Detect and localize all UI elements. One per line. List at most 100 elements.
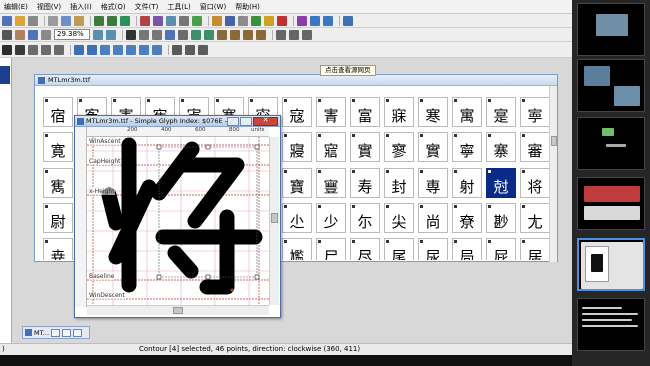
glyph-cell[interactable]: 寔: [486, 97, 516, 127]
glyph-cell-selected[interactable]: 尅: [486, 168, 516, 198]
snap-icon[interactable]: [100, 44, 110, 55]
rotate-icon[interactable]: [230, 29, 240, 40]
glyph-cell[interactable]: 宿: [43, 97, 73, 127]
glyph-cell[interactable]: 尖: [384, 203, 414, 233]
zoom-out-icon[interactable]: [106, 29, 116, 40]
glyph-cell[interactable]: 寢: [282, 132, 312, 162]
check-icon[interactable]: [251, 15, 261, 26]
glyph-cell[interactable]: 寿: [350, 168, 380, 198]
font-icon[interactable]: [140, 15, 150, 26]
glyph-cell[interactable]: 尸: [316, 238, 346, 260]
points-icon[interactable]: [126, 44, 136, 55]
glyph-icon[interactable]: [153, 15, 163, 26]
glyph-cell[interactable]: 尚: [418, 203, 448, 233]
outline-view-icon[interactable]: [198, 44, 208, 55]
scale-icon[interactable]: [256, 29, 266, 40]
glyph-cell[interactable]: 實: [418, 132, 448, 162]
glyph-cell[interactable]: 居: [520, 238, 550, 260]
contour-icon[interactable]: [204, 29, 214, 40]
grid-icon[interactable]: [74, 44, 84, 55]
hints-view-icon[interactable]: [172, 44, 182, 55]
bitmap-icon[interactable]: [185, 44, 195, 55]
align-left-icon[interactable]: [276, 29, 286, 40]
select-icon[interactable]: [2, 44, 12, 55]
slide-thumbnail[interactable]: [577, 3, 645, 56]
help-icon[interactable]: [343, 15, 353, 26]
menu-item[interactable]: 工具(L): [167, 2, 190, 12]
skew-icon[interactable]: [243, 29, 253, 40]
glyph-cell[interactable]: 射: [452, 168, 482, 198]
menu-item[interactable]: 插入(I): [70, 2, 92, 12]
flip-icon[interactable]: [217, 29, 227, 40]
glyph-cell[interactable]: 尿: [418, 238, 448, 260]
maximize-button[interactable]: [62, 328, 72, 337]
copy-icon[interactable]: [61, 15, 71, 26]
measure-icon[interactable]: [54, 44, 64, 55]
knife-icon[interactable]: [41, 44, 51, 55]
pen-icon[interactable]: [126, 29, 136, 40]
glyph-cell[interactable]: 寈: [316, 97, 346, 127]
menu-item[interactable]: 编辑(E): [4, 2, 28, 12]
test-icon[interactable]: [238, 15, 248, 26]
table-icon[interactable]: [179, 15, 189, 26]
glyph-cell[interactable]: 尢: [520, 203, 550, 233]
menu-item[interactable]: 帮助(H): [235, 2, 260, 12]
font-window-scrollbar[interactable]: [549, 86, 557, 262]
menu-item[interactable]: 窗口(W): [200, 2, 226, 12]
validate-icon[interactable]: [192, 15, 202, 26]
restore-button[interactable]: [51, 328, 61, 337]
glyph-cell[interactable]: 實: [350, 132, 380, 162]
glyph-cell[interactable]: 尐: [282, 203, 312, 233]
node-icon[interactable]: [191, 29, 201, 40]
refresh-icon[interactable]: [120, 15, 130, 26]
maximize-button[interactable]: [240, 117, 252, 126]
color-icon[interactable]: [297, 15, 307, 26]
font-window-titlebar[interactable]: MTLmr3m.ttf: [35, 75, 557, 86]
glyph-cell[interactable]: 尓: [350, 203, 380, 233]
zoom-input[interactable]: 29.38%: [54, 29, 90, 40]
hand-icon[interactable]: [15, 29, 25, 40]
glyph-cell[interactable]: 寷: [316, 168, 346, 198]
scrollbar-thumb[interactable]: [551, 136, 557, 146]
print-icon[interactable]: [28, 15, 38, 26]
ruler-icon[interactable]: [41, 29, 51, 40]
glyph-cell[interactable]: 尽: [350, 238, 380, 260]
glyph-cell[interactable]: 寐: [384, 97, 414, 127]
glyph-canvas[interactable]: WinAscent CapHeight x-Height Baseline Wi…: [87, 137, 269, 305]
glyph-cell[interactable]: 尠: [486, 203, 516, 233]
path-icon[interactable]: [15, 44, 25, 55]
metrics-icon[interactable]: [166, 15, 176, 26]
layer-alt-icon[interactable]: [323, 15, 333, 26]
menu-item[interactable]: 视图(V): [37, 2, 61, 12]
slide-thumbnail[interactable]: [577, 177, 645, 230]
error-icon[interactable]: [277, 15, 287, 26]
menu-item[interactable]: 格式(O): [101, 2, 126, 12]
glyph-cell[interactable]: 尾: [384, 238, 414, 260]
glyph-cell[interactable]: 寥: [384, 132, 414, 162]
glyph-cell[interactable]: 封: [384, 168, 414, 198]
slide-thumbnail[interactable]: [577, 59, 645, 112]
glyph-cell[interactable]: 少: [316, 203, 346, 233]
glyph-cell[interactable]: 寇: [282, 97, 312, 127]
save-icon[interactable]: [2, 15, 12, 26]
preview-icon[interactable]: [113, 44, 123, 55]
glyph-cell[interactable]: 審: [520, 132, 550, 162]
close-button[interactable]: [73, 328, 83, 337]
cut-icon[interactable]: [48, 15, 58, 26]
redo-icon[interactable]: [107, 15, 117, 26]
glyph-cell[interactable]: 将: [520, 168, 550, 198]
zoom-in-icon[interactable]: [93, 29, 103, 40]
glyph-horizontal-scrollbar[interactable]: [87, 305, 269, 315]
glyph-cell[interactable]: 尭: [43, 238, 73, 260]
glyph-cell[interactable]: 尷: [282, 238, 312, 260]
glyph-cell[interactable]: 局: [452, 238, 482, 260]
glyph-cell[interactable]: 尞: [452, 203, 482, 233]
glyph-cell[interactable]: 尉: [43, 203, 73, 233]
ellipse-icon[interactable]: [152, 29, 162, 40]
minimize-button[interactable]: [227, 117, 239, 126]
scrollbar-thumb[interactable]: [271, 213, 278, 223]
glyph-cell[interactable]: 寓: [452, 97, 482, 127]
slide-thumbnail[interactable]: [577, 117, 645, 170]
metrics-line-icon[interactable]: [139, 44, 149, 55]
scrollbar-thumb[interactable]: [173, 307, 183, 314]
